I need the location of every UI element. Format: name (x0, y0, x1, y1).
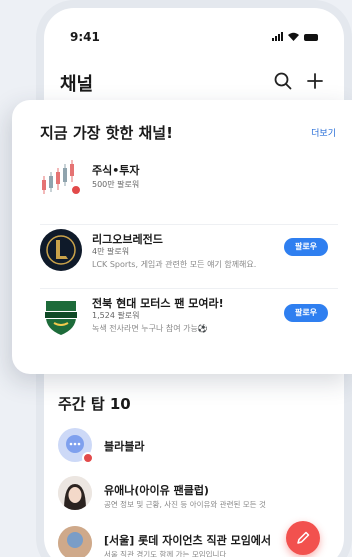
list-item-name: 블라블라 (104, 440, 145, 453)
list-item-name: [서울] 롯데 자이언츠 직관 모임에서 (104, 534, 272, 547)
channel-description: 녹색 전사라면 누구나 참여 가능⚽ (92, 324, 208, 333)
avatar (58, 526, 92, 557)
jeonbuk-crest-icon (40, 295, 82, 337)
battery-icon (304, 34, 318, 41)
league-logo-icon (40, 229, 82, 271)
pencil-icon (297, 531, 310, 544)
list-item-name: 유애나(아이유 팬클럽) (104, 484, 209, 497)
list-item-description: 서울 직관 경기도 함께 가는 모임입니다 (104, 550, 227, 557)
badge-icon (82, 452, 94, 464)
search-icon[interactable] (274, 72, 292, 90)
status-bar: 9:41 (44, 8, 344, 48)
weekly-top-title: 주간 탑 10 (58, 395, 131, 413)
signal-icon (272, 32, 283, 41)
hot-channels-card: 지금 가장 핫한 채널! 더보기 주식•투자 500만 팔로워 리그오브레전드 … (12, 100, 352, 374)
channel-item-jeonbuk[interactable]: 전북 현대 모터스 팬 모여라! 1,524 팔로워 녹색 전사라면 누구나 참… (40, 288, 338, 348)
channel-name: 리그오브레전드 (92, 233, 163, 246)
follow-button[interactable]: 팔로우 (284, 304, 328, 322)
more-link[interactable]: 더보기 (311, 126, 336, 139)
channel-item-stocks[interactable]: 주식•투자 500만 팔로워 (40, 154, 338, 214)
header-actions (274, 72, 324, 90)
status-icons (272, 32, 318, 41)
channel-description: LCK Sports, 게임과 관련한 모든 얘기 함께해요. (92, 260, 257, 269)
channel-name: 주식•투자 (92, 164, 140, 177)
channel-followers: 4만 팔로워 (92, 247, 130, 256)
page-title: 채널 (60, 74, 94, 95)
avatar (58, 476, 92, 510)
channel-followers: 1,524 팔로워 (92, 311, 140, 320)
status-time: 9:41 (70, 30, 100, 44)
hot-channels-title: 지금 가장 핫한 채널! (40, 124, 173, 142)
list-item[interactable]: 유애나(아이유 팬클럽) 공연 정보 및 근황, 사진 등 아이유와 관련된 모… (58, 476, 328, 520)
channel-followers: 500만 팔로워 (92, 180, 140, 189)
channel-name: 전북 현대 모터스 팬 모여라! (92, 297, 224, 310)
add-icon[interactable] (306, 72, 324, 90)
badge-icon (70, 184, 82, 196)
follow-button[interactable]: 팔로우 (284, 238, 328, 256)
compose-button[interactable] (286, 521, 320, 555)
list-item[interactable]: 블라블라 (58, 428, 328, 472)
wifi-icon (288, 32, 299, 41)
channel-item-lol[interactable]: 리그오브레전드 4만 팔로워 LCK Sports, 게임과 관련한 모든 얘기… (40, 224, 338, 284)
list-item-description: 공연 정보 및 근황, 사진 등 아이유와 관련된 모든 것 (104, 500, 266, 509)
